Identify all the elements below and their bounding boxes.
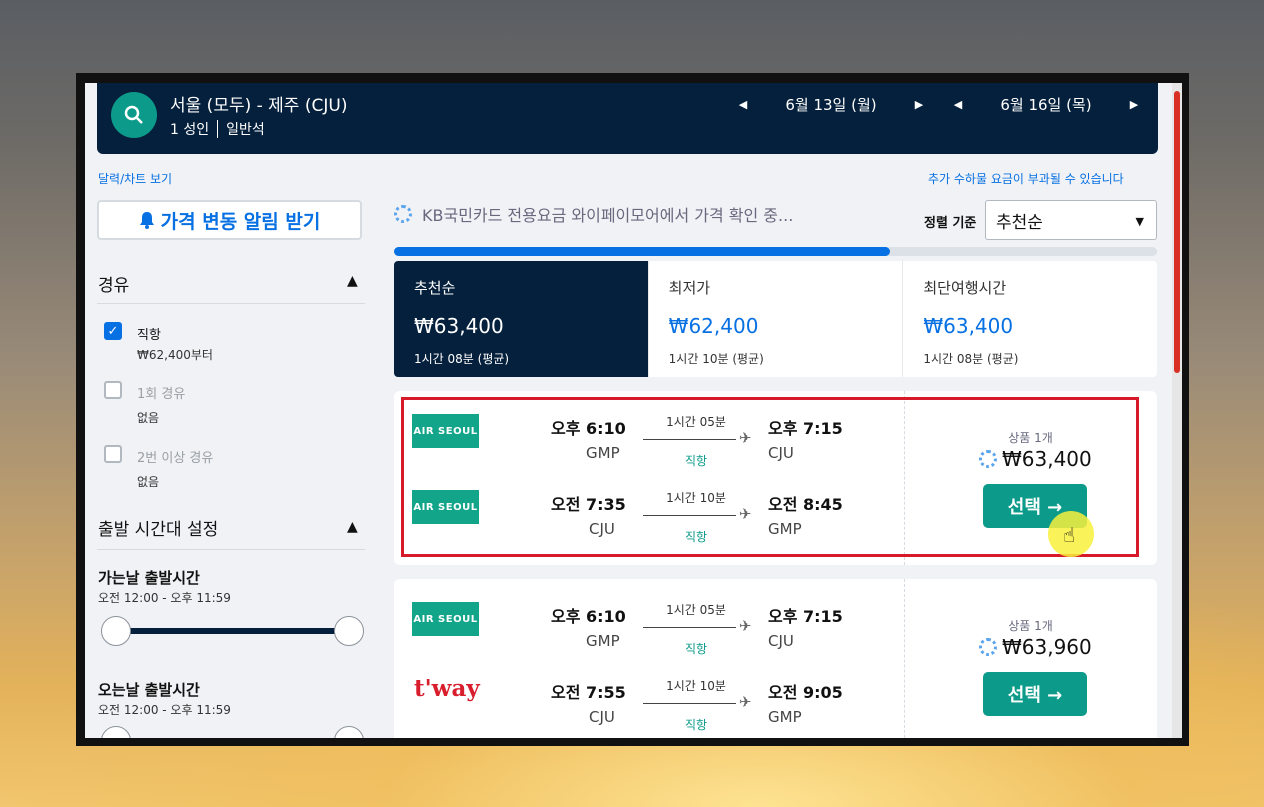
price-alert-button[interactable]: 가격 변동 알림 받기 [97, 200, 362, 240]
price: ₩63,960 [979, 635, 1092, 659]
cabin-class[interactable]: 일반석 [226, 119, 265, 139]
prev-return-date-button[interactable]: ◀ [947, 98, 969, 111]
outbound-time-slider[interactable] [116, 628, 349, 634]
sort-tabs: 추천순 ₩63,400 1시간 08분 (평균) 최저가 ₩62,400 1시간… [394, 261, 1157, 377]
multi-stop-checkbox[interactable] [104, 445, 122, 463]
departure-airport: GMP [586, 632, 620, 650]
search-progress-fill [394, 247, 890, 256]
next-depart-date-button[interactable]: ▶ [908, 98, 930, 111]
tab-duration: 1시간 10분 (평균) [668, 352, 764, 366]
stop-type: 직항 [684, 642, 708, 656]
offer-count: 상품 1개 [1008, 619, 1053, 633]
trip-details: 1 성인 일반석 [170, 119, 265, 139]
plane-icon: ✈ [739, 617, 752, 635]
loading-text: KB국민카드 전용요금 와이페이모어에서 가격 확인 중... [422, 206, 794, 225]
multi-stop-price: 없음 [137, 475, 160, 489]
one-stop-label[interactable]: 1회 경유 [137, 383, 185, 402]
departure-time: 오전 7:55 [551, 683, 626, 702]
price-alert-label: 가격 변동 알림 받기 [160, 210, 321, 233]
departure-airport: CJU [589, 708, 615, 726]
chevron-up-icon[interactable]: ▲ [347, 273, 358, 289]
outbound-time-range: 오전 12:00 - 오후 11:59 [98, 591, 231, 605]
tab-duration: 1시간 08분 (평균) [923, 352, 1019, 366]
bell-icon [139, 212, 154, 229]
divider [97, 303, 365, 304]
sort-value: 추천순 [996, 212, 1043, 233]
outbound-start-handle[interactable] [101, 616, 131, 646]
highlight-box [401, 397, 1139, 557]
flight-path-line [643, 627, 736, 628]
arrival-airport: GMP [768, 708, 802, 726]
chevron-up-icon[interactable]: ▲ [347, 519, 358, 535]
tab-cheapest[interactable]: 최저가 ₩62,400 1시간 10분 (평균) [649, 261, 904, 377]
tab-fastest[interactable]: 최단여행시간 ₩63,400 1시간 08분 (평균) [903, 261, 1157, 377]
plane-icon: ✈ [739, 693, 752, 711]
stops-section-title[interactable]: 경유 [98, 271, 129, 296]
depart-date[interactable]: 6월 13일 (월) [754, 94, 908, 115]
inbound-end-handle[interactable] [334, 726, 364, 738]
tab-label: 최단여행시간 [923, 279, 1007, 297]
flight-duration: 1시간 10분 [666, 679, 726, 693]
one-stop-price: 없음 [137, 411, 160, 425]
hand-cursor-icon: ☝ [1063, 523, 1076, 547]
inbound-time-range: 오전 12:00 - 오후 11:59 [98, 703, 231, 717]
tab-price: ₩62,400 [668, 314, 759, 338]
select-button[interactable]: 선택 → [983, 672, 1087, 716]
sort-label: 정렬 기준 [924, 216, 977, 231]
tab-recommended[interactable]: 추천순 ₩63,400 1시간 08분 (평균) [394, 261, 649, 377]
arrival-airport: CJU [768, 632, 794, 650]
multi-stop-label[interactable]: 2번 이상 경유 [137, 447, 213, 466]
search-icon [124, 105, 143, 124]
airline-logo: AIR SEOUL [412, 602, 479, 636]
tab-label: 추천순 [414, 279, 456, 297]
divider [904, 579, 905, 738]
direct-checkbox[interactable]: ✓ [104, 322, 122, 340]
inbound-start-handle[interactable] [101, 726, 131, 738]
search-summary-header: 서울 (모두) - 제주 (CJU) 1 성인 일반석 ◀ 6월 13일 (월)… [97, 83, 1158, 154]
outbound-time-title: 가는날 출발시간 [98, 569, 200, 587]
tab-price: ₩63,400 [923, 314, 1014, 338]
time-section-title[interactable]: 출발 시간대 설정 [98, 515, 218, 540]
outbound-end-handle[interactable] [334, 616, 364, 646]
calendar-chart-link[interactable]: 달력/차트 보기 [98, 170, 172, 187]
passenger-count[interactable]: 1 성인 [170, 119, 209, 139]
browser-viewport: 서울 (모두) - 제주 (CJU) 1 성인 일반석 ◀ 6월 13일 (월)… [85, 83, 1182, 738]
next-return-date-button[interactable]: ▶ [1123, 98, 1145, 111]
return-date-nav: ◀ 6월 16일 (목) ▶ [947, 94, 1145, 115]
tab-duration: 1시간 08분 (평균) [414, 352, 510, 366]
inbound-time-title: 오는날 출발시간 [98, 681, 200, 699]
loading-spinner-icon [979, 638, 997, 656]
one-stop-checkbox[interactable] [104, 381, 122, 399]
scrollbar[interactable] [1172, 83, 1182, 738]
tab-label: 최저가 [668, 279, 711, 297]
caret-down-icon: ▼ [1135, 215, 1144, 228]
price-value: ₩63,960 [1002, 635, 1092, 659]
sort-select[interactable]: 추천순 ▼ [985, 200, 1157, 240]
depart-date-nav: ◀ 6월 13일 (월) ▶ [732, 94, 930, 115]
search-button[interactable] [111, 92, 157, 138]
divider [217, 120, 219, 138]
route-text[interactable]: 서울 (모두) - 제주 (CJU) [170, 91, 347, 116]
return-date[interactable]: 6월 16일 (목) [969, 94, 1123, 115]
divider [97, 549, 365, 550]
flight-duration: 1시간 05분 [666, 603, 726, 617]
departure-time: 오후 6:10 [551, 607, 626, 626]
direct-price: ₩62,400부터 [137, 348, 213, 362]
arrival-time: 오전 9:05 [768, 683, 843, 702]
baggage-fee-link[interactable]: 추가 수하물 요금이 부과될 수 있습니다 [928, 170, 1124, 187]
prev-depart-date-button[interactable]: ◀ [732, 98, 754, 111]
search-progress-bar [394, 247, 1157, 256]
loading-status: KB국민카드 전용요금 와이페이모어에서 가격 확인 중... [394, 202, 793, 226]
flight-path-line [643, 703, 736, 704]
tab-price: ₩63,400 [414, 314, 504, 338]
flight-result-card[interactable]: AIR SEOUL 오후 6:10 GMP 1시간 05분 ✈ 직항 오후 7:… [394, 579, 1157, 738]
arrival-time: 오후 7:15 [768, 607, 843, 626]
airline-logo: t'way [414, 675, 480, 702]
stop-type: 직항 [684, 718, 708, 732]
scrollbar-thumb[interactable] [1174, 91, 1180, 373]
loading-spinner-icon [394, 205, 412, 223]
direct-label[interactable]: 직항 [137, 324, 161, 343]
